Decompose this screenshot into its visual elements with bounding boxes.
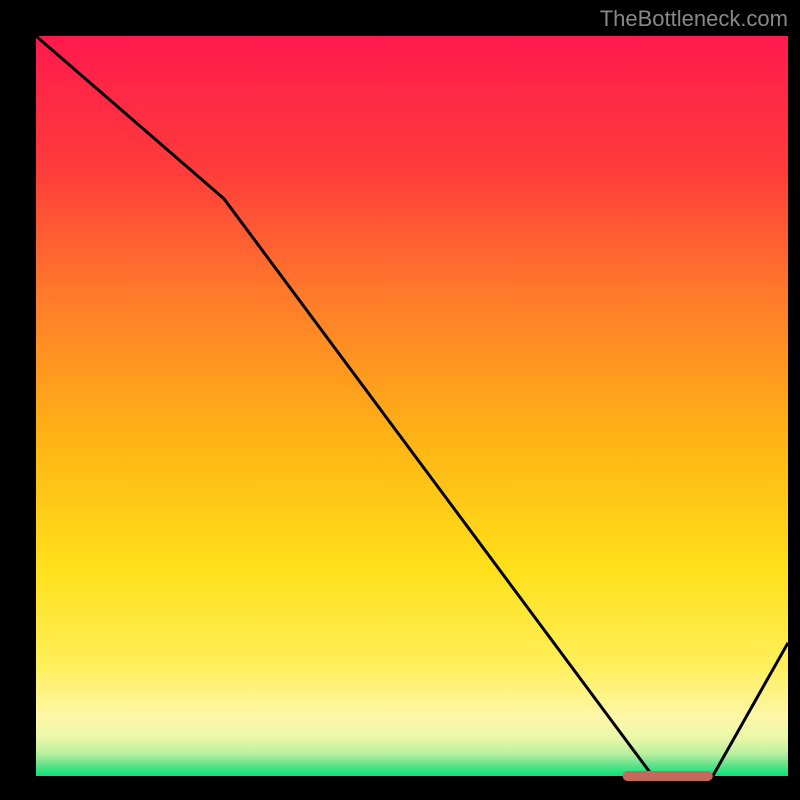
chart-container: { "source_label": "TheBottleneck.com", "… (0, 0, 800, 800)
bottleneck-chart (0, 0, 800, 800)
gradient-background (36, 36, 788, 776)
source-attribution: TheBottleneck.com (600, 6, 788, 32)
optimum-marker (623, 771, 713, 781)
